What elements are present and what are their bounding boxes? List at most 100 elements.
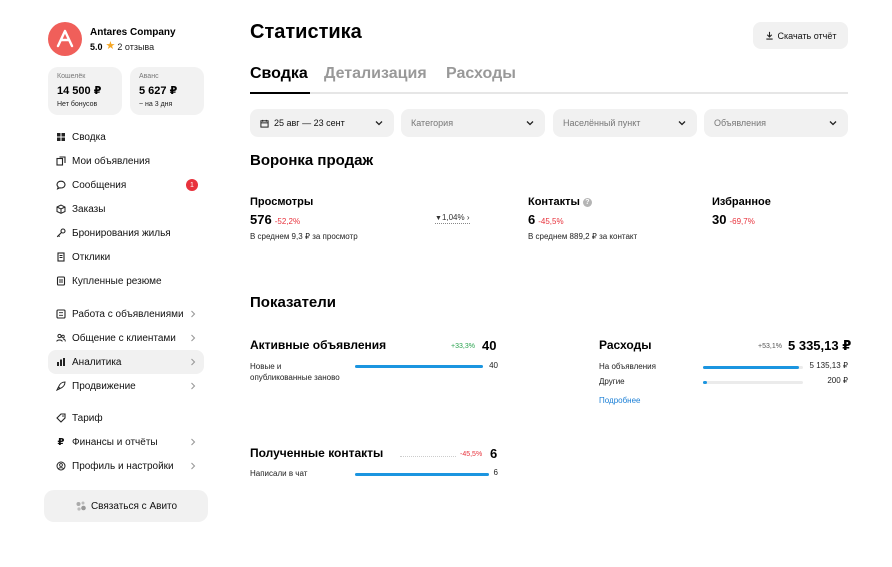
company-rating: 5.0	[90, 41, 103, 52]
date-range-value: 25 авг — 23 сент	[274, 118, 345, 128]
sidebar-item-label: Работа с объявлениями	[72, 308, 184, 320]
sidebar-nav-account: Тариф ₽ Финансы и отчёты Профиль и настр…	[48, 406, 204, 478]
wallet-card[interactable]: Кошелёк 14 500 ₽ Нет бонусов	[48, 67, 122, 115]
views-delta: -52,2%	[274, 217, 301, 226]
company-header[interactable]: Antares Company 5.0 ★ 2 отзыва	[48, 22, 176, 56]
active-ads-row-label: Новые и опубликованные заново	[250, 362, 340, 382]
favorites-value-row: 30 -69,7%	[712, 212, 755, 227]
contacts-value: 6	[528, 212, 536, 227]
contacts-value-row: 6 -45,5%	[528, 212, 564, 227]
advance-label: Аванс	[139, 73, 159, 80]
chat-contacts-value: 6	[493, 468, 498, 477]
sidebar-item-label: Финансы и отчёты	[72, 436, 158, 448]
sidebar-item-label: Общение с клиентами	[72, 332, 176, 344]
chat-contacts-bar-fill	[355, 473, 489, 476]
sidebar-item-label: Отклики	[72, 251, 111, 263]
tab-details[interactable]: Детализация	[324, 65, 427, 83]
calendar-icon	[260, 119, 269, 128]
chevron-right-icon	[191, 382, 196, 390]
sidebar-item-promotion[interactable]: Продвижение	[48, 374, 204, 398]
expenses-ads-label: На объявления	[599, 362, 656, 371]
chevron-right-icon	[191, 358, 196, 366]
sidebar-item-tariff[interactable]: Тариф	[48, 406, 204, 430]
sidebar-item-resumes[interactable]: Купленные резюме	[48, 269, 204, 293]
info-icon[interactable]: ?	[582, 197, 592, 207]
sidebar-item-label: Купленные резюме	[72, 275, 162, 287]
ads-placeholder: Объявления	[714, 118, 767, 128]
tab-expenses[interactable]: Расходы	[446, 65, 516, 83]
expenses-other-bar-fill	[703, 381, 707, 384]
page-title: Статистика	[250, 21, 362, 43]
expenses-delta: +53,1%	[758, 343, 782, 350]
conversion-rate[interactable]: ▼1,04% ›	[435, 213, 470, 224]
company-name: Antares Company	[90, 26, 176, 38]
sidebar-item-label: Бронирования жилья	[72, 227, 171, 239]
category-placeholder: Категория	[411, 118, 454, 128]
received-contacts-delta: -45,5%	[460, 451, 483, 458]
company-logo	[48, 22, 82, 56]
download-report-button[interactable]: Скачать отчёт	[753, 22, 848, 49]
sidebar-item-booking[interactable]: Бронирования жилья	[48, 221, 204, 245]
views-label: Просмотры	[250, 196, 314, 208]
wallet-label: Кошелёк	[57, 73, 86, 80]
chevron-right-icon: ›	[464, 213, 470, 222]
key-icon	[56, 228, 66, 238]
avito-dots-icon	[75, 500, 87, 512]
expenses-more-link[interactable]: Подробнее	[599, 396, 641, 405]
indicators-title: Показатели	[250, 294, 337, 311]
active-ads-delta: +33,3%	[451, 343, 475, 350]
ads-filter[interactable]: Объявления	[704, 109, 848, 137]
favorites-label: Избранное	[712, 196, 771, 208]
received-contacts-value: 6	[490, 446, 498, 461]
advance-duration: ~ на 3 дня	[139, 101, 173, 108]
favorites-delta: -69,7%	[729, 217, 755, 226]
unread-badge: 1	[186, 179, 198, 191]
expenses-title: Расходы	[599, 338, 652, 352]
conversion-value: 1,04%	[441, 213, 465, 222]
document-icon	[56, 252, 66, 262]
star-icon: ★	[105, 40, 116, 52]
chevron-down-icon	[678, 121, 686, 126]
bar-chart-icon	[56, 357, 66, 367]
expenses-ads-value: 5 135,13 ₽	[809, 361, 848, 370]
chevron-right-icon	[191, 334, 196, 342]
sidebar-item-responses[interactable]: Отклики	[48, 245, 204, 269]
sidebar-item-profile[interactable]: Профиль и настройки	[48, 454, 204, 478]
contact-avito-button[interactable]: Связаться с Авито	[44, 490, 208, 522]
expenses-ads-bar	[703, 366, 803, 369]
wallet-bonus: Нет бонусов	[57, 101, 98, 108]
city-filter[interactable]: Населённый пункт	[553, 109, 697, 137]
resume-icon	[56, 276, 66, 286]
chat-contacts-bar	[355, 473, 489, 476]
sidebar-item-clients[interactable]: Общение с клиентами	[48, 326, 204, 350]
sidebar-item-work-ads[interactable]: Работа с объявлениями	[48, 302, 204, 326]
sidebar-item-svodka[interactable]: Сводка	[48, 125, 204, 149]
copy-icon	[56, 156, 66, 166]
sidebar-item-label: Сообщения	[72, 179, 127, 191]
sidebar-item-label: Продвижение	[72, 380, 136, 392]
expenses-ads-bar-fill	[703, 366, 799, 369]
category-filter[interactable]: Категория	[401, 109, 545, 137]
funnel-title: Воронка продаж	[250, 152, 374, 169]
active-ads-bar-fill	[355, 365, 483, 368]
active-tab-indicator	[250, 92, 310, 94]
sidebar-item-messages[interactable]: Сообщения 1	[48, 173, 204, 197]
sidebar-item-ads[interactable]: Мои объявления	[48, 149, 204, 173]
sidebar-item-analytics[interactable]: Аналитика	[48, 350, 204, 374]
chevron-right-icon	[191, 462, 196, 470]
wallet-value: 14 500 ₽	[57, 85, 102, 97]
contacts-label-row: Контакты?	[528, 196, 592, 208]
active-ads-bar	[355, 365, 483, 368]
city-placeholder: Населённый пункт	[563, 118, 641, 128]
expenses-value: 5 335,13 ₽	[788, 338, 852, 353]
reviews-count[interactable]: 2 отзыва	[117, 42, 154, 52]
tab-svodka[interactable]: Сводка	[250, 65, 308, 83]
sidebar-item-finance[interactable]: ₽ Финансы и отчёты	[48, 430, 204, 454]
tag-icon	[56, 413, 66, 423]
advance-card[interactable]: Аванс 5 627 ₽ ~ на 3 дня	[130, 67, 204, 115]
chat-bubble-icon	[56, 180, 66, 190]
sidebar-item-label: Аналитика	[72, 356, 122, 368]
sidebar-item-orders[interactable]: Заказы	[48, 197, 204, 221]
date-range-filter[interactable]: 25 авг — 23 сент	[250, 109, 394, 137]
favorites-value: 30	[712, 212, 727, 227]
